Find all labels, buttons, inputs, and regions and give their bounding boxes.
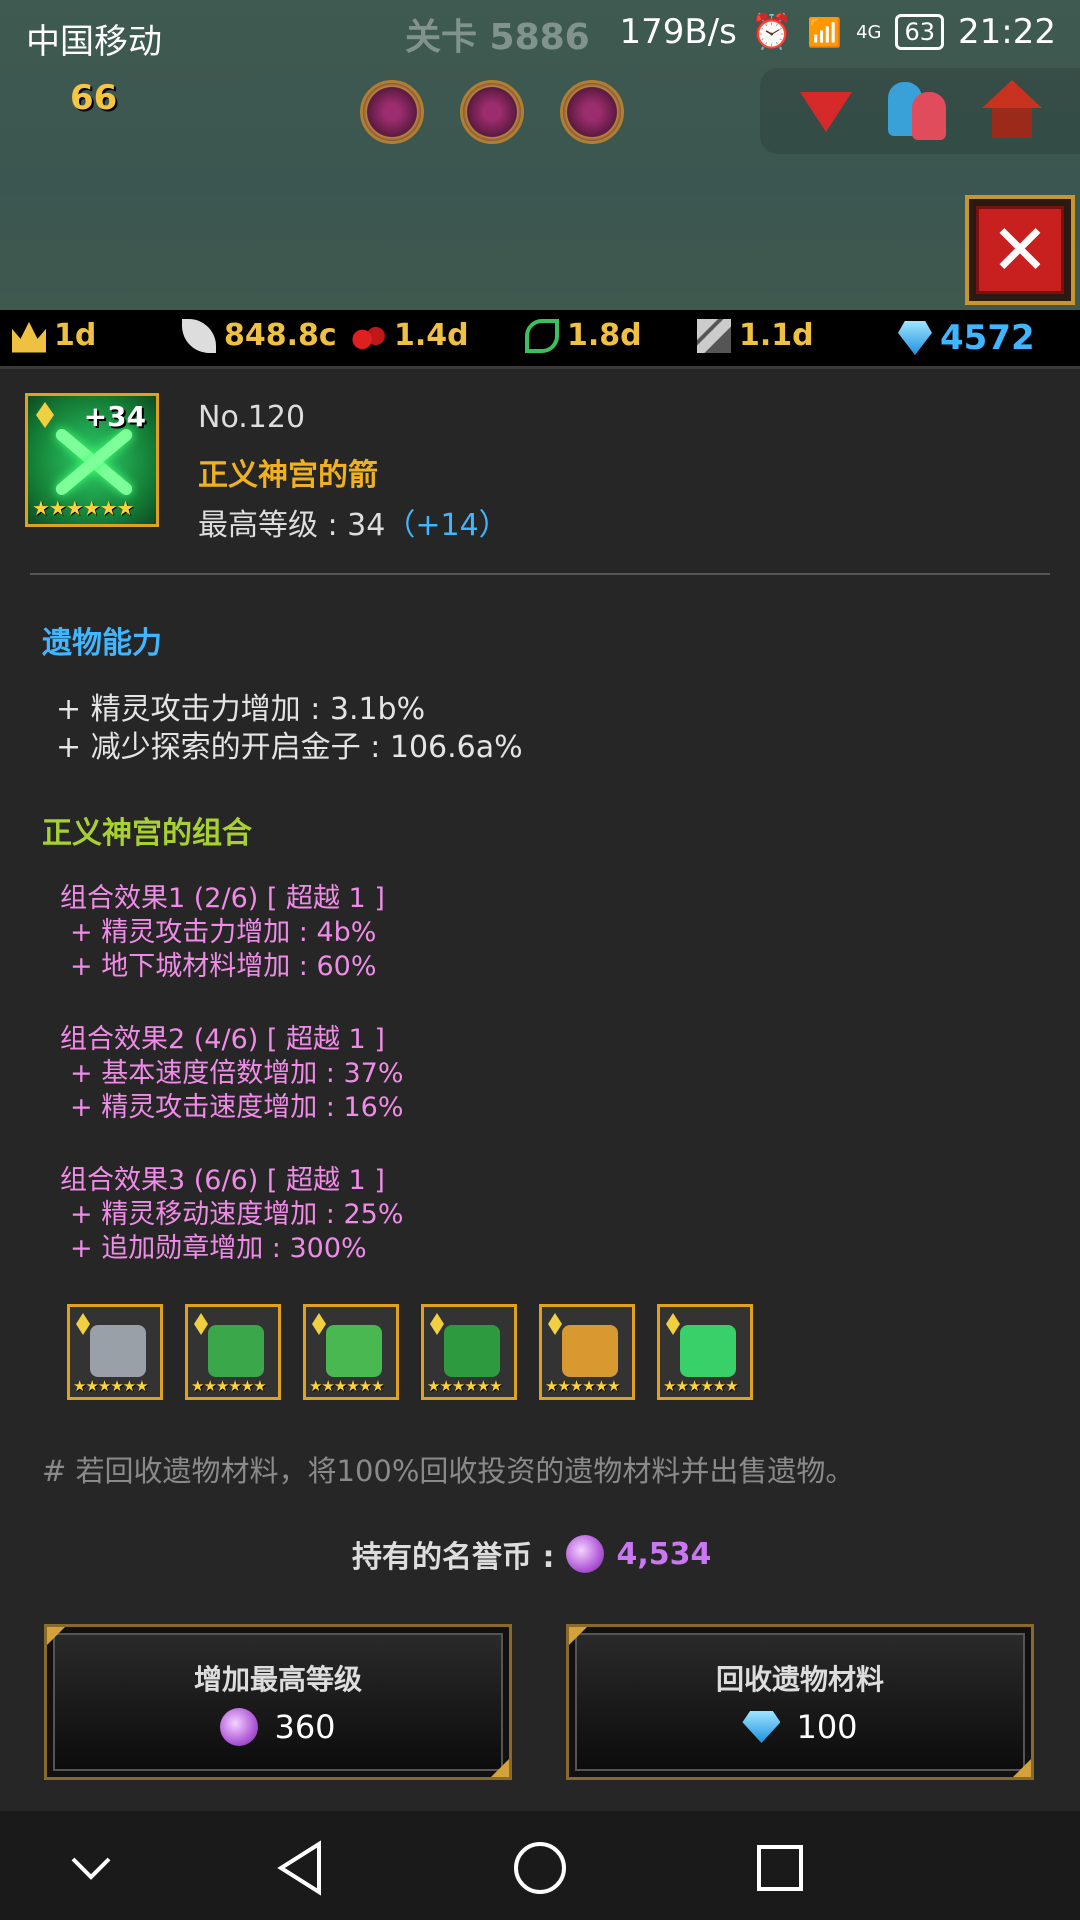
friends-icon[interactable] xyxy=(888,82,948,140)
set-item-arrow[interactable]: ★★★★★★ xyxy=(657,1304,753,1400)
relic-plus-level: +34 xyxy=(83,400,146,433)
clock: 21:22 xyxy=(958,12,1056,52)
set-item-gold-helm[interactable]: ★★★★★★ xyxy=(539,1304,635,1400)
diamond-icon xyxy=(430,1313,444,1335)
set-item-armor[interactable]: ★★★★★★ xyxy=(303,1304,399,1400)
system-nav-bar xyxy=(0,1811,1080,1920)
relic-arrow-icon: +34 ★★★★★★ xyxy=(25,393,159,527)
armor-relic-icon xyxy=(326,1325,382,1377)
crown-icon xyxy=(12,321,46,353)
star-rating: ★★★★★★ xyxy=(191,1377,267,1395)
honor-label: 持有的名誉币 : xyxy=(352,1540,555,1575)
star-rating: ★★★★★★ xyxy=(73,1377,149,1395)
relic-max-level: 最高等级 : 34（+14） xyxy=(198,508,509,543)
combo-effect-line: + 地下城材料增加 : 60% xyxy=(70,951,377,982)
vine-icon xyxy=(525,318,559,353)
relic-name: 正义神宫的箭 xyxy=(198,458,378,493)
honor-amount: 4,534 xyxy=(616,1536,712,1572)
player-level-badge: 66 xyxy=(70,78,118,118)
honor-coin-balance: 持有的名誉币 : 4,534 xyxy=(352,1532,711,1576)
increase-max-level-button[interactable]: 增加最高等级 360 xyxy=(44,1624,512,1780)
gem-icon xyxy=(898,321,932,355)
combo-effect-line: + 精灵攻击速度增加 : 16% xyxy=(70,1092,404,1123)
mailbox-house-icon[interactable] xyxy=(982,80,1042,140)
star-rating: ★★★★★★ xyxy=(663,1377,739,1395)
currency-vine: 1.8d xyxy=(525,318,642,353)
back-triangle-icon[interactable] xyxy=(265,1833,335,1903)
button-label: 增加最高等级 xyxy=(193,1663,362,1696)
cost: 100 xyxy=(742,1708,858,1746)
star-rating: ★★★★★★ xyxy=(32,496,135,520)
cost: 360 xyxy=(220,1708,336,1746)
set-title: 正义神宫的组合 xyxy=(42,816,252,851)
max-level-bonus: （+14） xyxy=(385,508,509,543)
gem-icon xyxy=(742,1711,781,1743)
battery-indicator: 63 xyxy=(895,14,945,50)
boots-relic-icon xyxy=(444,1325,500,1377)
relic-number: No.120 xyxy=(198,400,306,435)
set-item-helmet[interactable]: ★★★★★★ xyxy=(185,1304,281,1400)
currency-gem: 4572 xyxy=(898,318,1035,358)
close-icon: ✕ xyxy=(976,206,1064,294)
currency-berries: 1.4d xyxy=(352,318,469,353)
set-item-bow[interactable]: ★★★★★★ xyxy=(67,1304,163,1400)
orb-icon[interactable] xyxy=(460,80,524,144)
collapse-chevron-icon[interactable] xyxy=(56,1833,126,1903)
diamond-icon xyxy=(312,1313,326,1335)
star-rating: ★★★★★★ xyxy=(309,1377,385,1395)
star-rating: ★★★★★★ xyxy=(545,1377,621,1395)
wifi-icon: 📶 xyxy=(807,15,843,49)
gold-helm-relic-icon xyxy=(562,1325,618,1377)
recents-square-icon[interactable] xyxy=(745,1833,815,1903)
berries-icon xyxy=(352,318,386,353)
currency-bar: 1d 848.8c 1.4d 1.8d 1.1d 4572 xyxy=(0,310,1080,369)
diamond-icon xyxy=(36,402,54,428)
combo-effect-line: + 追加勋章增加 : 300% xyxy=(70,1233,367,1264)
diamond-icon xyxy=(76,1313,90,1335)
close-button[interactable]: ✕ xyxy=(965,195,1075,305)
claw-icon xyxy=(697,318,731,353)
orb-icon[interactable] xyxy=(560,80,624,144)
button-label: 回收遗物材料 xyxy=(715,1663,884,1696)
dropdown-triangle-icon[interactable] xyxy=(800,92,852,132)
star-rating: ★★★★★★ xyxy=(427,1377,503,1395)
arrow-relic-icon xyxy=(680,1325,736,1377)
network-type: 4G xyxy=(856,21,882,43)
honor-coin-icon xyxy=(220,1708,259,1746)
ability-title: 遗物能力 xyxy=(42,626,162,661)
currency-crown: 1d xyxy=(12,318,96,353)
diamond-icon xyxy=(194,1313,208,1335)
diamond-icon xyxy=(548,1313,562,1335)
orb-icon[interactable] xyxy=(360,80,424,144)
currency-feather: 848.8c xyxy=(182,318,337,353)
stage-label: 关卡 5886 xyxy=(405,17,590,58)
divider xyxy=(30,573,1050,575)
recycle-note: # 若回收遗物材料，将100%回收投资的遗物材料并出售遗物。 xyxy=(42,1454,855,1488)
alarm-icon: ⏰ xyxy=(750,12,794,52)
set-item-boots[interactable]: ★★★★★★ xyxy=(421,1304,517,1400)
ability-line: + 减少探索的开启金子 : 106.6a% xyxy=(56,730,523,765)
helmet-relic-icon xyxy=(208,1325,264,1377)
diamond-icon xyxy=(666,1313,680,1335)
feather-icon xyxy=(182,318,216,353)
net-speed: 179B/s xyxy=(619,12,737,52)
bow-relic-icon xyxy=(90,1325,146,1377)
recycle-material-button[interactable]: 回收遗物材料 100 xyxy=(566,1624,1034,1780)
honor-coin-icon xyxy=(566,1535,605,1573)
carrier-label: 中国移动 xyxy=(26,22,162,62)
home-circle-icon[interactable] xyxy=(505,1833,575,1903)
currency-claw: 1.1d xyxy=(697,318,814,353)
